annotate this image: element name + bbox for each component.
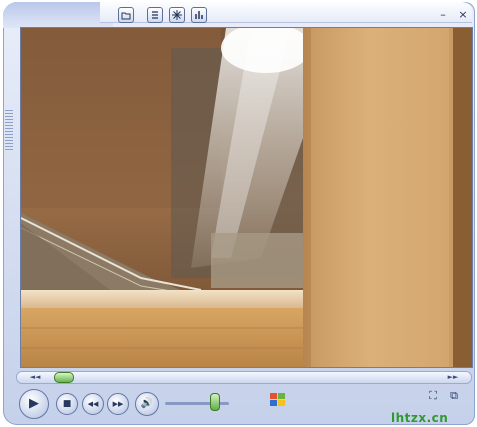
next-button[interactable]: ▶▶ <box>107 393 129 415</box>
seek-bar[interactable]: ◄◄ ►► <box>16 371 472 384</box>
play-button[interactable]: ▶ <box>19 389 49 419</box>
resize-grip[interactable] <box>5 110 13 150</box>
previous-button[interactable]: ◀◀ <box>82 393 104 415</box>
window-corner-curve <box>3 2 113 28</box>
close-button[interactable]: × <box>456 8 470 22</box>
visualization-icon[interactable] <box>169 7 185 23</box>
video-scene <box>21 28 472 367</box>
windows-logo-icon <box>270 393 286 407</box>
list-icon[interactable] <box>147 7 163 23</box>
mute-button[interactable]: 🔊 <box>135 392 159 416</box>
minimize-button[interactable]: – <box>436 8 450 22</box>
seek-back-icon[interactable]: ◄◄ <box>21 372 49 383</box>
stop-button[interactable]: ■ <box>56 393 78 415</box>
seek-thumb[interactable] <box>54 372 74 383</box>
title-toolbar: – × <box>100 2 472 23</box>
compact-mode-icon[interactable]: ⧉ <box>447 389 461 403</box>
watermark-text: lhtzx.cn <box>391 411 449 425</box>
volume-thumb[interactable] <box>210 393 220 411</box>
equalizer-icon[interactable] <box>191 7 207 23</box>
folder-icon[interactable] <box>118 7 134 23</box>
fullscreen-icon[interactable]: ⛶ <box>426 389 440 403</box>
video-frame[interactable] <box>20 27 473 368</box>
seek-forward-icon[interactable]: ►► <box>439 372 467 383</box>
